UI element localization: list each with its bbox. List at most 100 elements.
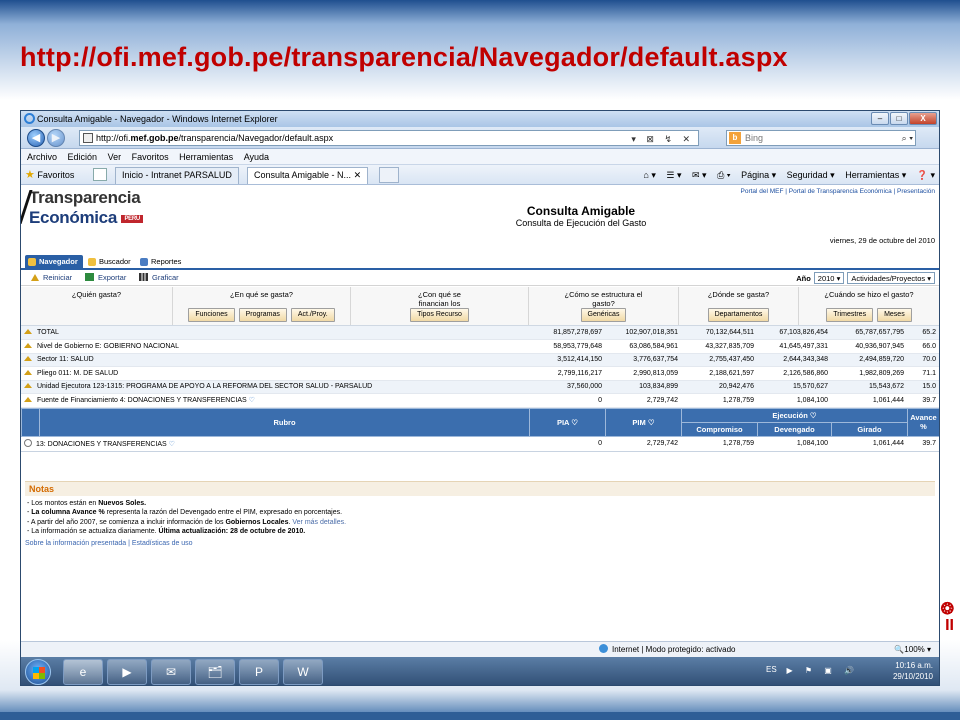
logo-line2: Económica — [29, 208, 117, 227]
tray-icons[interactable]: ▶ ⚑ ▣ 🔊 — [786, 666, 859, 675]
print-button[interactable]: ⎙ ▾ — [717, 170, 730, 180]
collapse-icon[interactable] — [24, 342, 32, 348]
tools-menu[interactable]: Herramientas ▾ — [845, 170, 906, 180]
favorites-bar: ★ Favoritos Inicio - Intranet PARSALUD C… — [21, 165, 939, 185]
taskbar-media-icon[interactable]: ▶ — [107, 659, 147, 685]
activity-select[interactable]: Actividades/Proyectos ▾ — [847, 272, 935, 284]
taskbar-outlook-icon[interactable]: ✉ — [151, 659, 191, 685]
taskbar-ie-icon[interactable]: e — [63, 659, 103, 685]
menu-favoritos[interactable]: Favoritos — [132, 152, 169, 162]
header-compromiso[interactable]: Compromiso — [681, 421, 758, 437]
header-girado[interactable]: Girado — [831, 421, 908, 437]
hierarchy-row[interactable]: Sector 11: SALUD 3,512,414,150 3,776,637,7… — [21, 353, 939, 367]
collapse-icon[interactable] — [24, 383, 32, 389]
graficar-button[interactable]: Graficar — [139, 270, 179, 285]
menu-herramientas[interactable]: Herramientas — [179, 152, 233, 162]
mail-button[interactable]: ✉ ▾ — [692, 170, 707, 180]
tab-label: Reportes — [151, 257, 182, 266]
lens-icon[interactable]: ♡ — [249, 397, 255, 404]
header-pim[interactable]: PIM ♡ — [605, 407, 682, 437]
hierarchy-row[interactable]: Nivel de Gobierno E: GOBIERNO NACIONAL 58… — [21, 339, 939, 354]
new-tab-button[interactable] — [379, 167, 399, 183]
row-text: TOTAL — [37, 329, 59, 336]
notes-footer-links[interactable]: Sobre la información presentada | Estadí… — [25, 539, 935, 548]
search-input[interactable]: b Bing ⌕ ▾ — [726, 130, 916, 146]
note-bold: Última actualización: 28 de octubre de 2… — [158, 528, 306, 536]
rubro-row[interactable]: 13: DONACIONES Y TRANSFERENCIAS ♡ 0 2,729,… — [21, 436, 939, 452]
collapse-icon[interactable] — [24, 356, 32, 362]
header-devengado[interactable]: Devengado — [757, 421, 832, 437]
feeds-button[interactable]: ☰ ▾ — [666, 170, 681, 180]
compromiso-cell: 43,327,835,709 — [681, 339, 757, 354]
language-indicator[interactable]: ES — [766, 665, 777, 674]
more-details-link[interactable]: Ver más detalles. — [292, 519, 346, 526]
tab-buscador[interactable]: Buscador — [85, 255, 136, 270]
taskbar-explorer-icon[interactable]: 🗂 — [195, 659, 235, 685]
hierarchy-row[interactable]: Fuente de Financiamiento 4: DONACIONES Y… — [21, 393, 939, 408]
trimestres-button[interactable]: Trimestres — [826, 308, 874, 322]
address-tools[interactable]: ▾ ⊠ ↯ ✕ — [631, 132, 694, 146]
favorites-button[interactable]: ★ Favoritos — [25, 165, 74, 185]
meses-button[interactable]: Meses — [877, 308, 912, 322]
menu-edicion[interactable]: Edición — [68, 152, 98, 162]
row-text: Nivel de Gobierno E: GOBIERNO NACIONAL — [37, 342, 179, 350]
collapse-icon[interactable] — [24, 369, 32, 375]
quick-tabs-icon[interactable] — [93, 168, 107, 181]
header-label: PIM — [632, 417, 646, 427]
hierarchy-row[interactable]: TOTAL 81,857,278,697 102,907,018,351 70,132… — [21, 326, 939, 340]
hierarchy-row[interactable]: Pliego 011: M. DE SALUD 2,799,116,217 2,99… — [21, 366, 939, 381]
help-button[interactable]: ❓ ▾ — [917, 170, 935, 180]
lens-icon[interactable]: ♡ — [169, 441, 175, 448]
header-label: Avance — [910, 413, 937, 422]
tipos-recurso-button[interactable]: Tipos Recurso — [410, 308, 469, 322]
start-button[interactable] — [25, 659, 51, 685]
zoom-control[interactable]: 🔍100% ▾ — [894, 642, 931, 657]
tab-close-icon[interactable]: ✕ — [354, 170, 362, 180]
collapse-icon[interactable] — [24, 329, 32, 334]
taskbar-powerpoint-icon[interactable]: P — [239, 659, 279, 685]
favorites-label: Favoritos — [37, 170, 75, 180]
maximize-button[interactable]: □ — [890, 112, 908, 125]
tab-reportes[interactable]: Reportes — [137, 255, 186, 270]
close-button[interactable]: X — [909, 112, 937, 125]
home-button[interactable]: ⌂ ▾ — [643, 170, 655, 180]
menu-archivo[interactable]: Archivo — [27, 152, 57, 162]
site-logo[interactable]: Transparencia Económica PERU — [21, 188, 143, 228]
genericas-button[interactable]: Genéricas — [580, 308, 627, 322]
minimize-button[interactable]: ‒ — [871, 112, 889, 125]
exportar-button[interactable]: Exportar — [85, 270, 126, 285]
top-links[interactable]: Portal del MEF | Portal de Transparencia… — [741, 188, 936, 195]
forward-button[interactable]: ▶ — [47, 129, 65, 147]
tab-consulta[interactable]: Consulta Amigable - N... ✕ — [247, 167, 369, 184]
collapse-icon[interactable] — [24, 397, 32, 403]
menu-ver[interactable]: Ver — [108, 152, 122, 162]
question-row: ¿Quién gasta? ¿En qué se gasta? Funcione… — [21, 286, 939, 326]
reiniciar-button[interactable]: Reiniciar — [31, 270, 72, 285]
page-menu[interactable]: Página ▾ — [741, 170, 776, 180]
departamentos-button[interactable]: Departamentos — [707, 308, 770, 322]
act-proy-button[interactable]: Act./Proy. — [290, 308, 335, 322]
back-button[interactable]: ◀ — [27, 129, 45, 147]
hierarchy-row[interactable]: Unidad Ejecutora 123-1315: PROGRAMA DE A… — [21, 380, 939, 394]
taskbar-word-icon[interactable]: W — [283, 659, 323, 685]
year-select[interactable]: 2010 ▾ — [813, 272, 845, 284]
avance-cell: 39.7 — [907, 436, 939, 452]
tab-inicio[interactable]: Inicio - Intranet PARSALUD — [115, 167, 239, 184]
clock[interactable]: 10:16 a.m. 29/10/2010 — [893, 660, 933, 682]
question-label: ¿Cómo se estructura el gasto? — [564, 290, 643, 308]
girado-cell: 1,982,809,269 — [831, 366, 907, 381]
security-menu[interactable]: Seguridad ▾ — [787, 170, 835, 180]
grid-header: Rubro PIA ♡ PIM ♡ Ejecución ♡ Avance% Co… — [21, 407, 939, 437]
header-rubro[interactable]: Rubro — [39, 407, 530, 437]
tab-navegador[interactable]: Navegador — [25, 255, 83, 270]
search-icon[interactable]: ⌕ ▾ — [902, 131, 913, 145]
funciones-button[interactable]: Funciones — [188, 308, 235, 322]
menu-ayuda[interactable]: Ayuda — [244, 152, 269, 162]
row-radio[interactable] — [24, 439, 32, 448]
programas-button[interactable]: Programas — [238, 308, 287, 322]
note-text: - Los montos están en — [27, 500, 99, 507]
address-input[interactable]: http://ofi.mef.gob.pe/transparencia/Nave… — [79, 130, 699, 146]
buscador-icon — [88, 258, 96, 266]
header-spacer — [21, 407, 40, 437]
header-pia[interactable]: PIA ♡ — [529, 407, 606, 437]
